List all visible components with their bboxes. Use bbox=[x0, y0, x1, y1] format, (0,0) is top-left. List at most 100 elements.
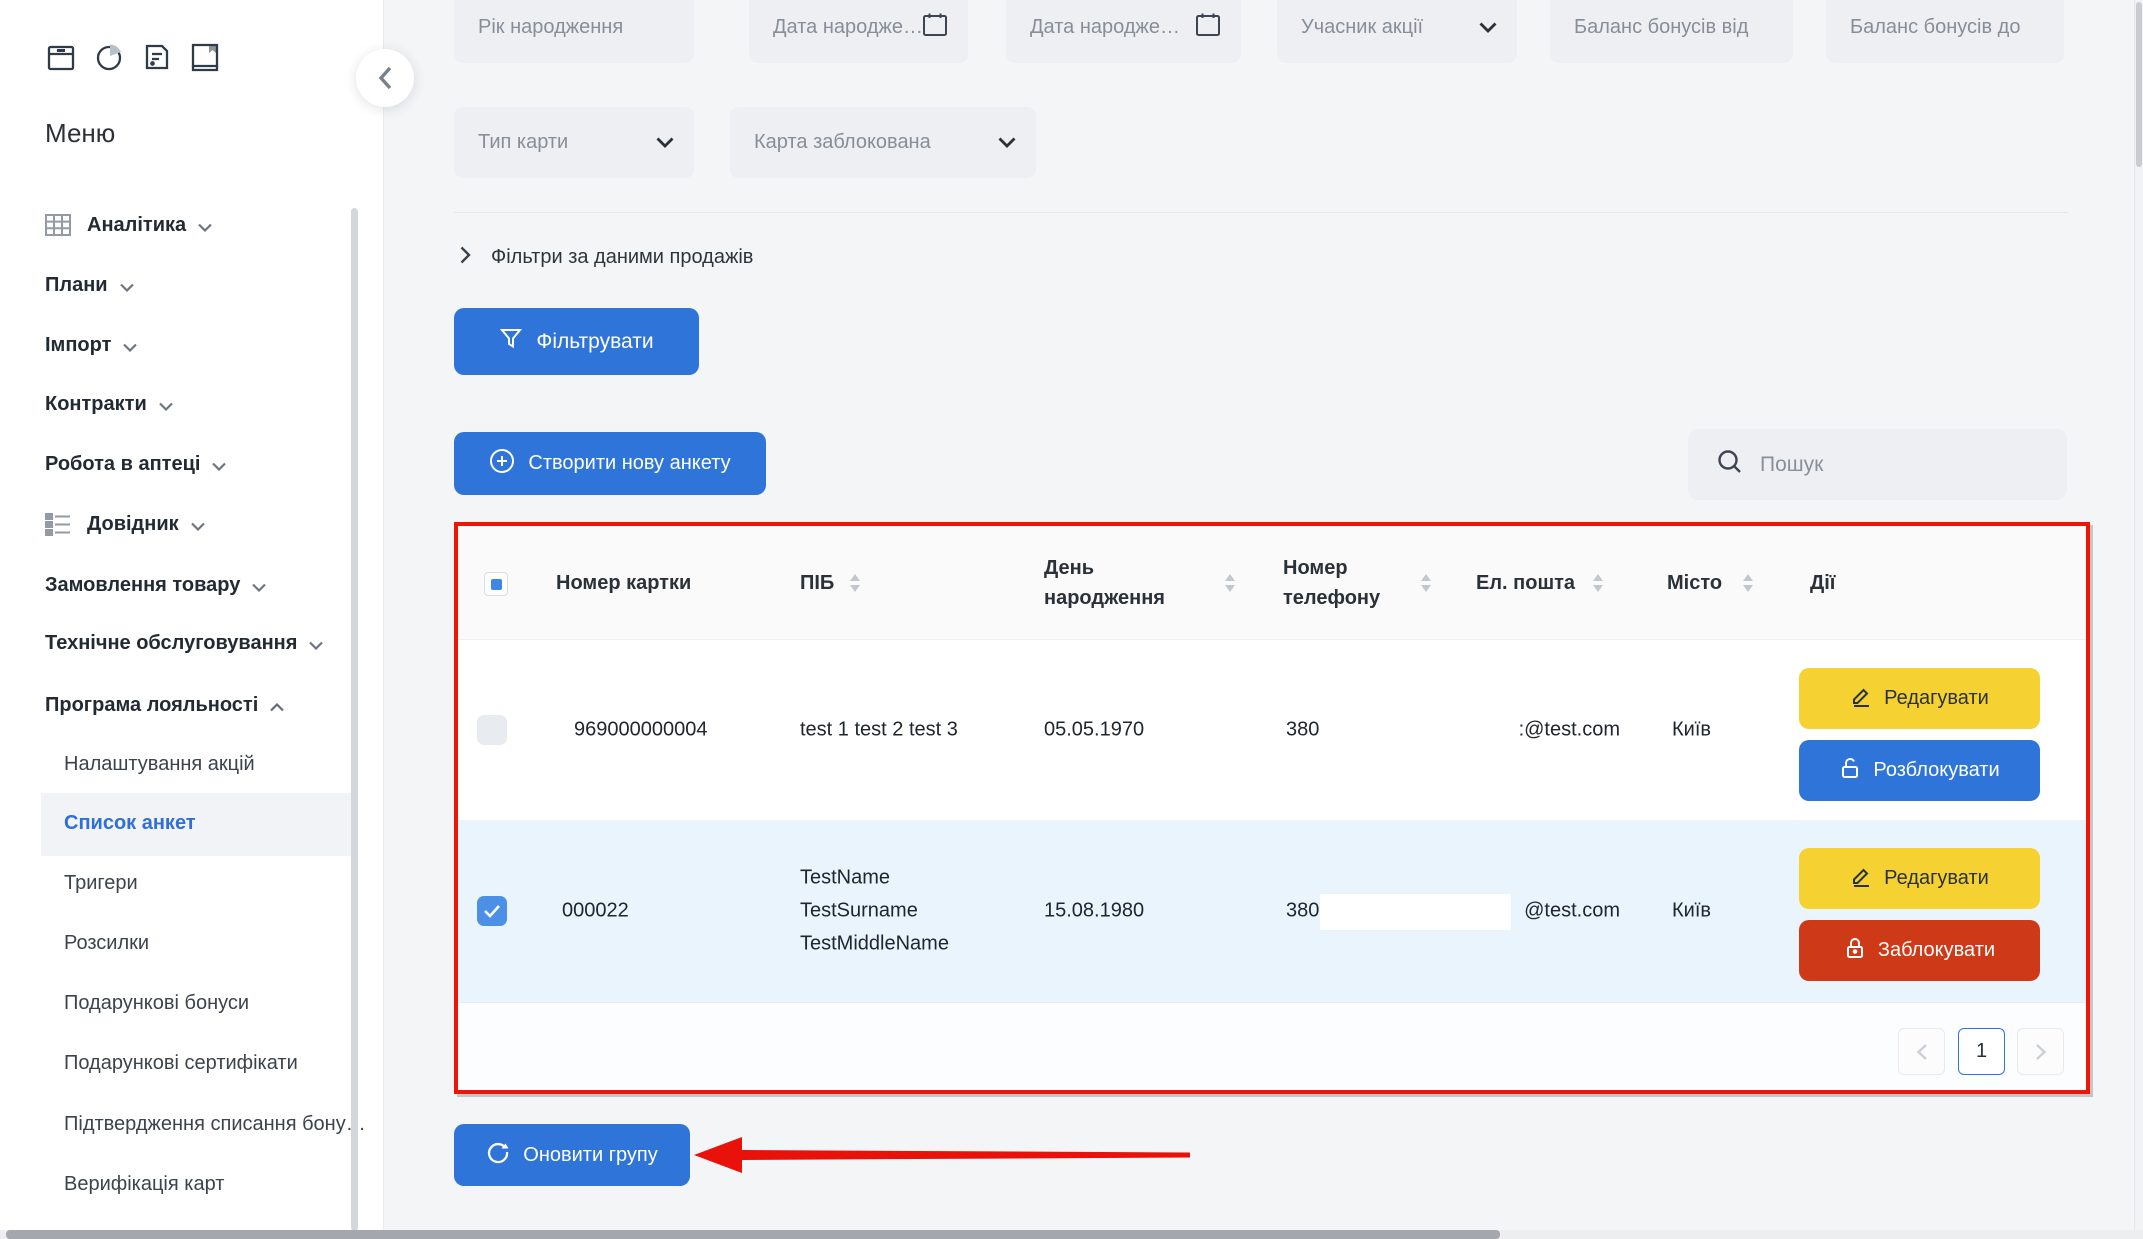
subitem-label: Верифікація карт bbox=[64, 1173, 224, 1196]
field-placeholder: Баланс бонусів до bbox=[1850, 16, 2044, 39]
name-line: TestName bbox=[800, 862, 949, 895]
name-line: TestMiddleName bbox=[800, 928, 949, 961]
card-blocked-select[interactable]: Карта заблокована bbox=[730, 107, 1036, 178]
sidebar-item-plans[interactable]: Плани bbox=[45, 269, 134, 301]
create-questionnaire-button[interactable]: Створити нову анкету bbox=[454, 432, 766, 495]
pencil-icon bbox=[1850, 685, 1872, 713]
calendar-icon bbox=[922, 12, 948, 44]
redaction-box bbox=[1320, 894, 1511, 930]
select-all-checkbox[interactable] bbox=[484, 572, 508, 596]
sort-phone[interactable] bbox=[1421, 574, 1431, 592]
filter-button[interactable]: Фільтрувати bbox=[454, 308, 699, 375]
sidebar-item-label: Технічне обслуговування bbox=[45, 632, 297, 655]
sidebar-subitem-card-verification[interactable]: Верифікація карт bbox=[64, 1169, 224, 1199]
row-checkbox-checked[interactable] bbox=[477, 896, 507, 926]
edit-button[interactable]: Редагувати bbox=[1799, 848, 2040, 909]
update-group-label: Оновити групу bbox=[523, 1144, 657, 1167]
cell-name: TestName TestSurname TestMiddleName bbox=[800, 862, 949, 961]
pagination-next-button[interactable] bbox=[2017, 1028, 2064, 1075]
sidebar-item-maintenance[interactable]: Технічне обслуговування bbox=[45, 627, 323, 659]
pagination-prev-button[interactable] bbox=[1898, 1028, 1945, 1075]
sort-birth-date[interactable] bbox=[1225, 574, 1235, 592]
pie-chart-icon[interactable] bbox=[92, 40, 126, 74]
unblock-button[interactable]: Розблокувати bbox=[1799, 740, 2040, 801]
page-number: 1 bbox=[1976, 1040, 1987, 1063]
header-phone: Номер телефону bbox=[1283, 553, 1393, 613]
block-button-label: Заблокувати bbox=[1878, 939, 1995, 962]
horizontal-scrollbar-thumb[interactable] bbox=[6, 1230, 1500, 1239]
chevron-down-icon bbox=[252, 583, 266, 592]
sidebar-item-import[interactable]: Імпорт bbox=[45, 329, 137, 361]
card-type-select[interactable]: Тип карти bbox=[454, 107, 694, 178]
bonus-balance-to-field[interactable]: Баланс бонусів до bbox=[1826, 0, 2064, 63]
funnel-icon bbox=[499, 327, 523, 357]
chevron-right-icon bbox=[2035, 1043, 2047, 1061]
promo-member-select[interactable]: Учасник акції bbox=[1277, 0, 1517, 63]
book-icon[interactable] bbox=[188, 40, 222, 74]
date-of-birth-from-field[interactable]: Дата народже… bbox=[749, 0, 968, 63]
sidebar: Меню Аналітика Плани Імпорт Контракти Ро… bbox=[0, 0, 384, 1239]
subitem-label: Список анкет bbox=[64, 812, 196, 835]
unlock-icon bbox=[1839, 756, 1861, 786]
search-input[interactable] bbox=[1758, 452, 2047, 478]
sidebar-item-contracts[interactable]: Контракти bbox=[45, 388, 173, 420]
sort-name[interactable] bbox=[850, 574, 860, 592]
search-box[interactable] bbox=[1688, 429, 2067, 500]
sidebar-subitem-mailings[interactable]: Розсилки bbox=[64, 928, 149, 958]
pencil-icon bbox=[1850, 865, 1872, 893]
sidebar-item-loyalty-program[interactable]: Програма лояльності bbox=[45, 689, 284, 721]
pagination-page-1-button[interactable]: 1 bbox=[1958, 1028, 2005, 1075]
chevron-down-icon bbox=[1479, 16, 1497, 39]
bonus-balance-from-field[interactable]: Баланс бонусів від bbox=[1550, 0, 1793, 63]
vertical-scrollbar-thumb[interactable] bbox=[2136, 2, 2142, 167]
sort-email[interactable] bbox=[1593, 574, 1603, 592]
sidebar-subitem-bonus-writeoff-confirm[interactable]: Підтвердження списання бону… bbox=[64, 1109, 366, 1139]
cell-card-number: 969000000004 bbox=[574, 714, 707, 747]
cell-phone: 380 bbox=[1286, 714, 1319, 747]
sidebar-item-analytics[interactable]: Аналітика bbox=[45, 209, 212, 241]
sales-filters-toggle[interactable]: Фільтри за даними продажів bbox=[460, 246, 753, 269]
sidebar-subitem-promo-settings[interactable]: Налаштування акцій bbox=[64, 749, 255, 779]
sidebar-subitem-triggers[interactable]: Тригери bbox=[64, 868, 138, 898]
subitem-label: Подарункові бонуси bbox=[64, 992, 249, 1015]
row-checkbox[interactable] bbox=[477, 715, 507, 745]
subitem-label: Підтвердження списання бону… bbox=[64, 1113, 366, 1136]
sidebar-subitem-questionnaire-list[interactable]: Список анкет bbox=[64, 808, 196, 838]
sidebar-scrollbar[interactable] bbox=[351, 208, 358, 1231]
search-icon bbox=[1716, 448, 1744, 481]
chevron-down-icon bbox=[212, 462, 226, 471]
vertical-scrollbar-track[interactable] bbox=[2134, 0, 2143, 1239]
header-birth-date: День народження bbox=[1044, 553, 1194, 613]
sidebar-item-goods-order[interactable]: Замовлення товару bbox=[45, 569, 266, 601]
field-placeholder: Рік народження bbox=[478, 16, 674, 39]
chevron-down-icon bbox=[191, 522, 205, 531]
sidebar-item-label: Контракти bbox=[45, 393, 147, 416]
sidebar-item-label: Імпорт bbox=[45, 334, 111, 357]
update-group-button[interactable]: Оновити групу bbox=[454, 1124, 690, 1186]
cell-name: test 1 test 2 test 3 bbox=[800, 714, 958, 747]
sidebar-item-label: Плани bbox=[45, 274, 108, 297]
sidebar-subitem-gift-certificates[interactable]: Подарункові сертифікати bbox=[64, 1048, 298, 1078]
sidebar-item-pharmacy-work[interactable]: Робота в аптеці bbox=[45, 448, 226, 480]
year-of-birth-field[interactable]: Рік народження bbox=[454, 0, 694, 63]
sidebar-item-directory[interactable]: Довідник bbox=[45, 508, 205, 540]
sidebar-item-label: Програма лояльності bbox=[45, 694, 258, 717]
sidebar-collapse-button[interactable] bbox=[356, 49, 414, 107]
sidebar-quick-icons bbox=[44, 40, 222, 74]
sort-city[interactable] bbox=[1743, 574, 1753, 592]
sidebar-item-label: Аналітика bbox=[87, 214, 186, 237]
edit-button-label: Редагувати bbox=[1884, 687, 1989, 710]
chevron-right-icon bbox=[460, 246, 471, 269]
archive-box-icon[interactable] bbox=[44, 40, 78, 74]
subitem-label: Подарункові сертифікати bbox=[64, 1052, 298, 1075]
date-of-birth-to-field[interactable]: Дата народже… bbox=[1006, 0, 1241, 63]
unblock-button-label: Розблокувати bbox=[1873, 759, 1999, 782]
sidebar-item-label: Замовлення товару bbox=[45, 574, 240, 597]
block-button[interactable]: Заблокувати bbox=[1799, 920, 2040, 981]
sidebar-subitem-gift-bonuses[interactable]: Подарункові бонуси bbox=[64, 988, 249, 1018]
document-icon[interactable] bbox=[140, 40, 174, 74]
edit-button[interactable]: Редагувати bbox=[1799, 668, 2040, 729]
cell-email: :@test.com bbox=[1420, 714, 1620, 747]
header-city: Місто bbox=[1667, 568, 1722, 598]
lock-icon bbox=[1844, 936, 1866, 966]
